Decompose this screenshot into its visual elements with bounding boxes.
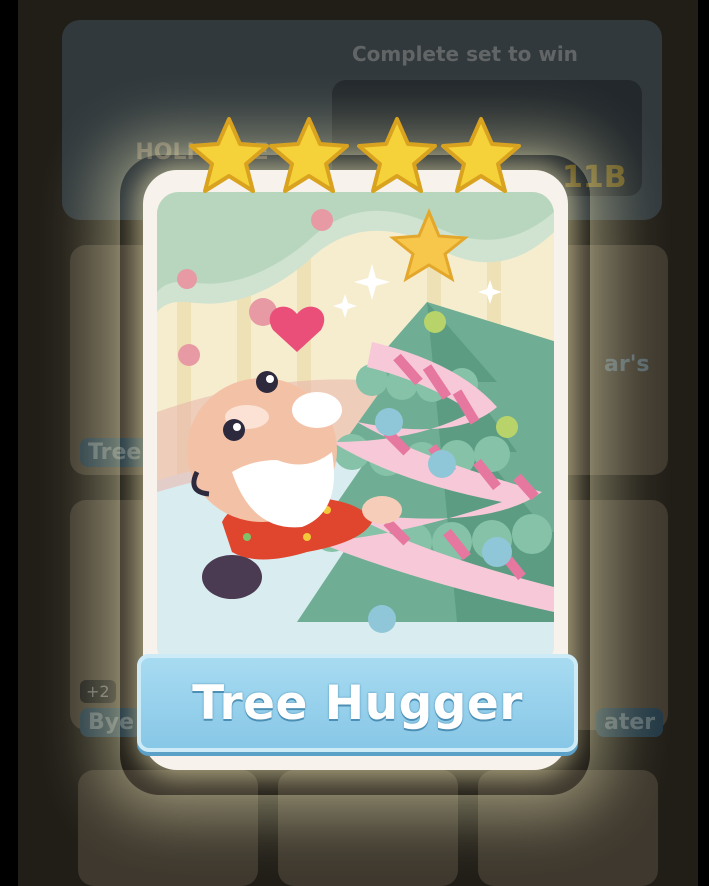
star-icon xyxy=(269,117,349,193)
card-name: Tree Hugger xyxy=(192,675,523,731)
star-rating xyxy=(188,116,521,206)
background-card-label: ar's xyxy=(604,352,650,377)
background-card-label: ater xyxy=(596,708,664,737)
star-icon xyxy=(441,117,521,193)
star-icon xyxy=(357,117,437,193)
card-artwork xyxy=(157,192,554,667)
card-name-banner: Tree Hugger xyxy=(137,654,578,752)
set-prompt: Complete set to win xyxy=(352,42,578,66)
plus-count-badge: +2 xyxy=(80,680,116,703)
star-icon xyxy=(189,117,269,193)
tree-hugger-illustration xyxy=(157,192,554,667)
